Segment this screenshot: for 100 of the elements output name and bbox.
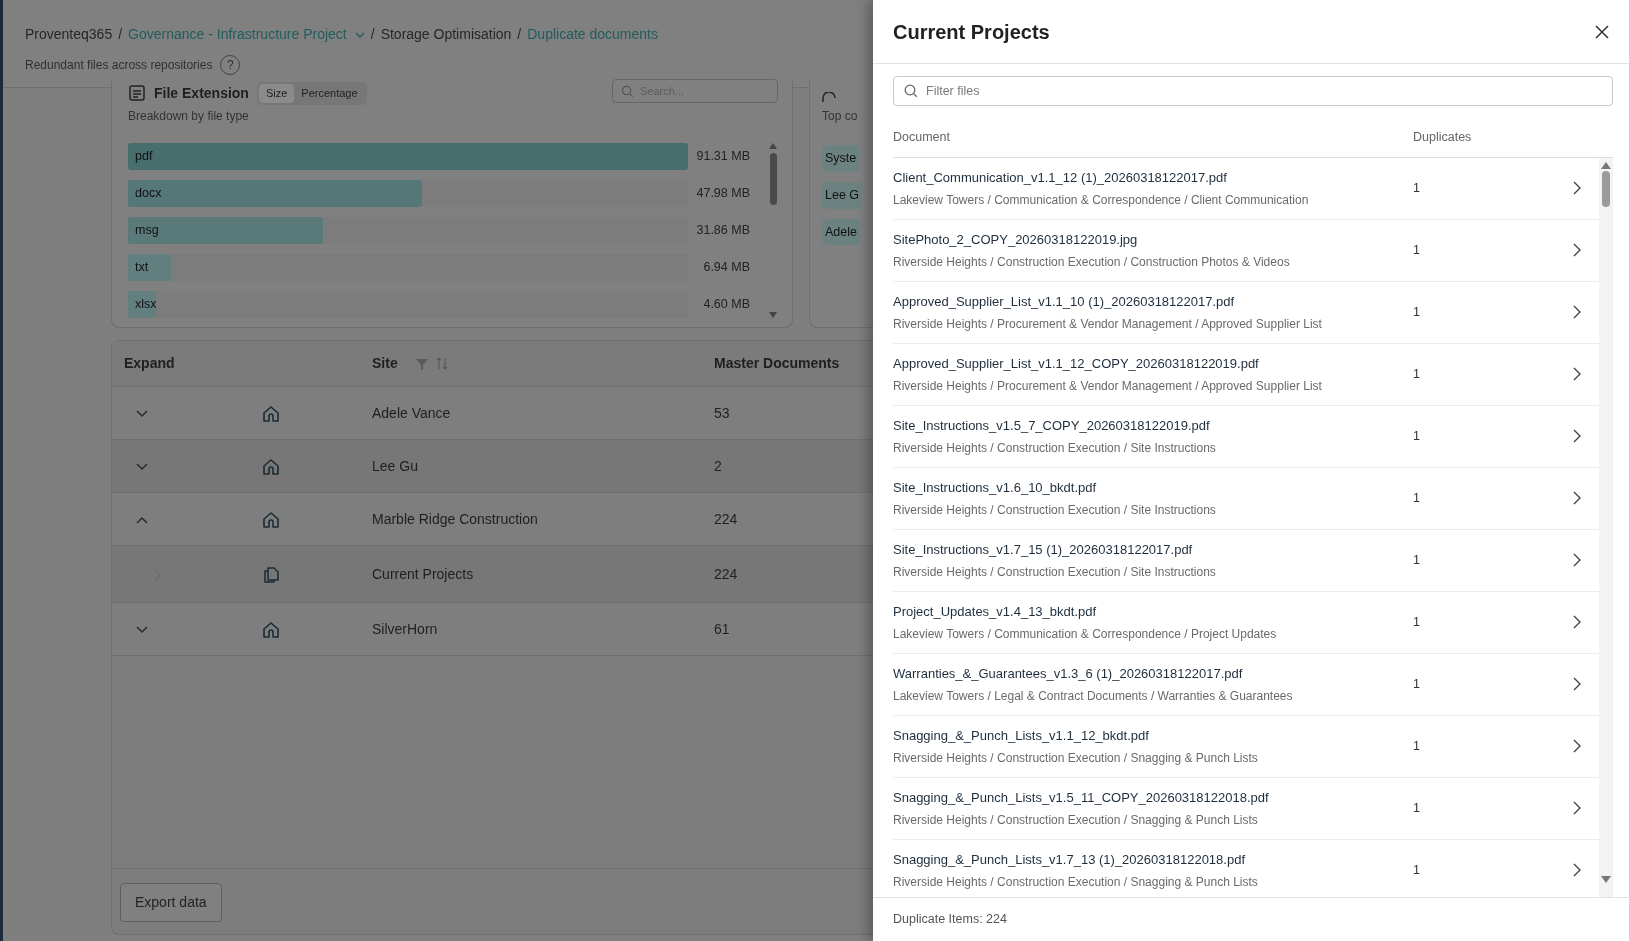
document-path: Lakeview Towers / Communication & Correspondence / Client Communication — [893, 191, 1310, 209]
document-name[interactable]: Approved_Supplier_List_v1.1_10 (1)_20260318122017.pdf — [893, 292, 1413, 312]
chevron-right-icon[interactable] — [1573, 801, 1581, 816]
bar-value: 6.94 MB — [702, 258, 751, 276]
chevron-right-icon[interactable] — [1573, 739, 1581, 754]
bar[interactable]: pdf — [128, 142, 688, 170]
chevron-right-icon[interactable] — [1573, 615, 1581, 630]
duplicate-count: 1 — [1413, 675, 1421, 693]
chevron-right-icon[interactable] — [1573, 181, 1581, 196]
document-name[interactable]: Snagging_&_Punch_Lists_v1.1_12_bkdt.pdf — [893, 726, 1413, 746]
chevron-up-icon[interactable] — [136, 515, 148, 524]
duplicate-count: 1 — [1413, 303, 1421, 321]
card-subtitle: Breakdown by file type — [128, 107, 250, 125]
document-name[interactable]: Site_Instructions_v1.5_7_COPY_20260318122019.pdf — [893, 416, 1413, 436]
table-cell-text: SilverHorn — [372, 619, 439, 639]
item-count: Duplicate Items: 224 — [873, 897, 1629, 941]
document-name[interactable]: Project_Updates_v1.4_13_bkdt.pdf — [893, 602, 1413, 622]
chevron-down-icon[interactable] — [136, 462, 148, 471]
bar[interactable]: msg — [128, 216, 323, 244]
chevron-right-icon[interactable] — [1573, 863, 1581, 878]
bar[interactable]: docx — [128, 179, 422, 207]
table-cell-text: Lee Gu — [372, 456, 419, 476]
page-subtitle: Redundant files across repositories — [25, 57, 213, 74]
search-icon — [904, 84, 918, 98]
column-header: Expand — [123, 354, 176, 373]
scrollbar-thumb[interactable] — [1602, 170, 1610, 207]
document-name[interactable]: Client_Communication_v1.1_12 (1)_20260318122017.pdf — [893, 168, 1413, 188]
filter-field[interactable]: Filter files — [893, 76, 1613, 106]
table-cell-text: Marble Ridge Construction — [372, 509, 539, 529]
export-button[interactable]: Export data — [120, 883, 222, 922]
document-name[interactable]: Approved_Supplier_List_v1.1_12_COPY_20260318122019.pdf — [893, 354, 1413, 374]
bar-value: 91.31 MB — [695, 147, 751, 165]
document-path: Riverside Heights / Construction Execution / Snagging & Punch Lists — [893, 811, 1259, 829]
bar[interactable]: txt — [128, 253, 171, 281]
home-icon — [262, 404, 280, 423]
home-icon — [262, 620, 280, 639]
document-name[interactable]: SitePhoto_2_COPY_20260318122019.jpg — [893, 230, 1413, 250]
close-icon[interactable] — [1595, 24, 1609, 39]
chevron-right-icon[interactable] — [1573, 429, 1581, 444]
document-name[interactable]: Snagging_&_Punch_Lists_v1.5_11_COPY_20260318122018.pdf — [893, 788, 1413, 808]
separator: / — [370, 25, 375, 44]
document-path: Riverside Heights / Construction Execution / Site Instructions — [893, 439, 1217, 457]
contributor-chip: Adele — [822, 218, 860, 246]
table-cell-text: 224 — [714, 509, 739, 529]
document-path: Riverside Heights / Construction Execution / Site Instructions — [893, 501, 1217, 519]
document-name[interactable]: Site_Instructions_v1.6_10_bkdt.pdf — [893, 478, 1413, 498]
document-path: Riverside Heights / Construction Execution / Snagging & Punch Lists — [893, 749, 1259, 767]
duplicate-count: 1 — [1413, 427, 1421, 445]
duplicate-count: 1 — [1413, 861, 1421, 879]
panel-title: Current Projects — [893, 19, 1050, 44]
table-cell-text: 224 — [714, 564, 739, 584]
scroll-down-icon[interactable] — [1601, 876, 1611, 884]
toggle-option[interactable]: Percentage — [294, 84, 365, 103]
chevron-right-icon[interactable] — [1573, 305, 1581, 320]
toggle-option[interactable]: Size — [258, 84, 295, 103]
column-header: Document — [893, 129, 951, 146]
document-name[interactable]: Site_Instructions_v1.7_15 (1)_20260318122017.pdf — [893, 540, 1413, 560]
duplicate-count: 1 — [1413, 241, 1421, 259]
document-path: Riverside Heights / Construction Execution / Construction Photos & Videos — [893, 253, 1291, 271]
chevron-right-icon[interactable] — [1573, 677, 1581, 692]
home-icon — [262, 457, 280, 476]
table-cell-text: 61 — [714, 619, 731, 639]
column-header: Duplicates — [1413, 129, 1472, 146]
bar-value: 31.86 MB — [695, 221, 751, 239]
breadcrumb-item[interactable]: Proventeq365 — [25, 24, 113, 45]
bar-value: 47.98 MB — [695, 184, 751, 202]
table-cell-text: Current Projects — [372, 564, 475, 584]
card-title: File Extension — [154, 83, 249, 103]
chevron-right-icon[interactable] — [1573, 243, 1581, 258]
document-name[interactable]: Snagging_&_Punch_Lists_v1.7_13 (1)_20260318122018.pdf — [893, 850, 1413, 870]
chevron-right-icon[interactable] — [1573, 491, 1581, 506]
document-path: Lakeview Towers / Legal & Contract Documents / Warranties & Guarantees — [893, 687, 1294, 705]
bar-value: 4.60 MB — [702, 295, 751, 313]
document-path: Riverside Heights / Construction Execution / Site Instructions — [893, 563, 1217, 581]
chevron-right-icon[interactable] — [1573, 367, 1581, 382]
document-name[interactable]: Warranties_&_Guarantees_v1.3_6 (1)_20260318122017.pdf — [893, 664, 1413, 684]
duplicate-count: 1 — [1413, 365, 1421, 383]
scrollbar-thumb[interactable] — [769, 152, 777, 205]
bar[interactable]: xlsx — [128, 290, 156, 318]
chevron-down-icon — [354, 31, 365, 38]
chevron-down-icon[interactable] — [136, 409, 148, 418]
column-header: Site — [372, 354, 398, 373]
separator: / — [517, 25, 522, 44]
table-cell-text: 53 — [714, 403, 731, 423]
duplicate-count: 1 — [1413, 551, 1421, 569]
column-header: Master Documents — [714, 354, 841, 373]
documents-icon — [262, 565, 280, 584]
card-subtitle: Top co — [822, 108, 859, 125]
table-cell-text: 2 — [714, 456, 723, 476]
scroll-down-icon[interactable] — [769, 311, 777, 318]
chevron-right-icon[interactable] — [1573, 553, 1581, 568]
search-icon — [621, 84, 634, 98]
breadcrumb-item[interactable]: Storage Optimisation — [380, 24, 512, 45]
duplicate-count: 1 — [1413, 737, 1421, 755]
document-path: Riverside Heights / Procurement & Vendor Management / Approved Supplier List — [893, 315, 1323, 333]
chevron-down-icon[interactable] — [136, 625, 148, 634]
document-icon — [128, 84, 146, 103]
document-path: Riverside Heights / Construction Execution / Snagging & Punch Lists — [893, 873, 1259, 891]
scroll-up-icon[interactable] — [769, 142, 777, 149]
home-icon — [262, 510, 280, 529]
